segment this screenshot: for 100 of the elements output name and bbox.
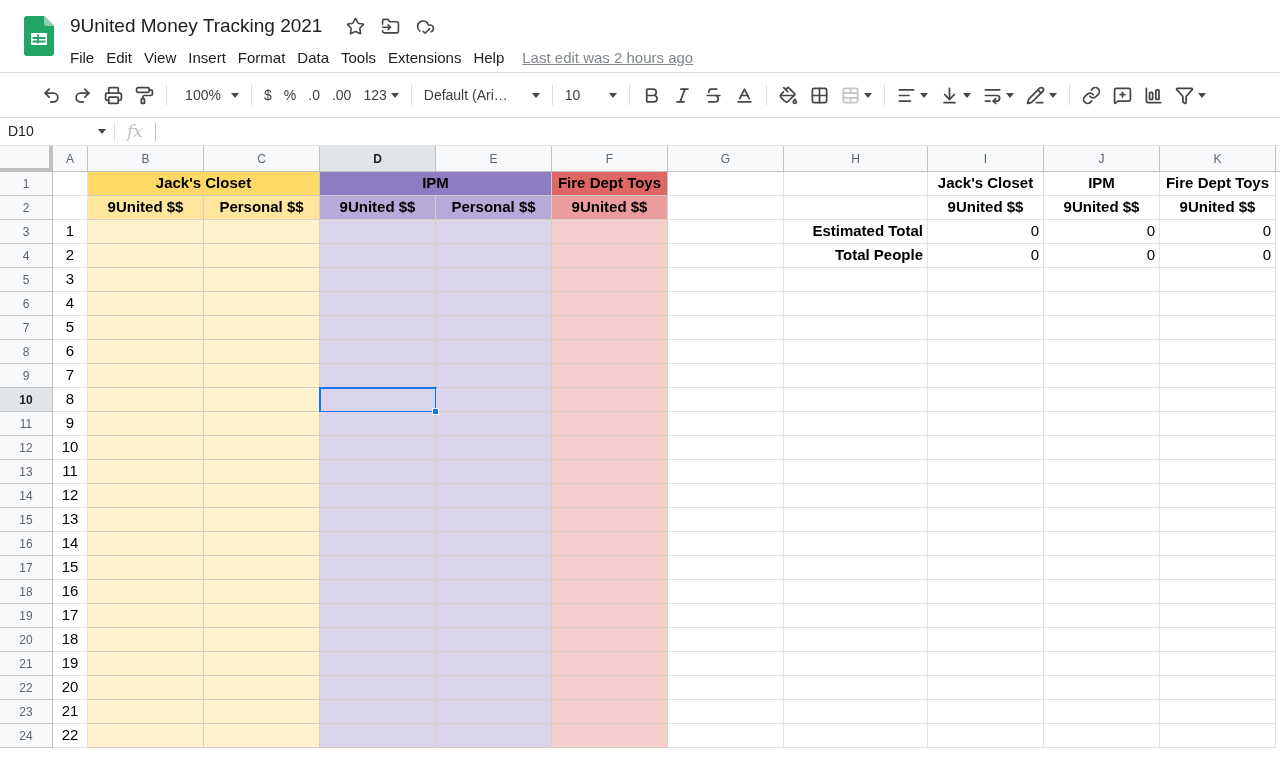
percent-button[interactable]: %: [277, 81, 303, 109]
caret-icon: [962, 92, 971, 98]
row-header[interactable]: 15: [0, 508, 53, 532]
table-cell: 9United $$: [552, 196, 668, 220]
star-icon[interactable]: [346, 16, 366, 36]
table-cell: 0: [1160, 244, 1276, 268]
row-header[interactable]: 9: [0, 364, 53, 388]
row-header[interactable]: 21: [0, 652, 53, 676]
table-cell: Personal $$: [436, 196, 552, 220]
row-header[interactable]: 6: [0, 292, 53, 316]
table-cell: 9United $$: [320, 196, 436, 220]
row-header[interactable]: 5: [0, 268, 53, 292]
text-color-icon: [734, 85, 754, 105]
document-title[interactable]: 9United Money Tracking 2021: [70, 12, 323, 41]
group-header-cell: Fire Dept Toys: [552, 172, 668, 196]
table-cell: 3: [53, 268, 88, 292]
caret-icon: [608, 92, 617, 98]
row-header[interactable]: 13: [0, 460, 53, 484]
table-cell: Personal $$: [204, 196, 320, 220]
table-cell: 11: [53, 460, 88, 484]
caret-icon: [919, 92, 928, 98]
table-cell: 0: [1160, 220, 1276, 244]
table-cell: 17: [53, 604, 88, 628]
menu-item[interactable]: Insert: [182, 46, 232, 69]
menu-item[interactable]: Help: [467, 46, 511, 69]
comment-icon: [1112, 85, 1132, 105]
table-cell: 5: [53, 316, 88, 340]
row-header[interactable]: 22: [0, 676, 53, 700]
table-cell: 9: [53, 412, 88, 436]
table-cell: 8: [53, 388, 88, 412]
table-cell: 7: [53, 364, 88, 388]
group-header-cell: IPM: [320, 172, 552, 196]
row-header[interactable]: 20: [0, 628, 53, 652]
table-cell: 9United $$: [88, 196, 204, 220]
table-cell: IPM: [1044, 172, 1160, 196]
row-header[interactable]: 19: [0, 604, 53, 628]
zoom-dropdown[interactable]: 100%: [173, 81, 245, 109]
table-cell: 0: [928, 244, 1044, 268]
row-header[interactable]: 24: [0, 724, 53, 748]
menu-item[interactable]: Extensions: [382, 46, 468, 69]
row-header[interactable]: 17: [0, 556, 53, 580]
menu-item[interactable]: Tools: [335, 46, 383, 69]
row-header[interactable]: 10: [0, 388, 53, 412]
row-header[interactable]: 16: [0, 532, 53, 556]
row-header[interactable]: 14: [0, 484, 53, 508]
table-cell: 0: [1044, 244, 1160, 268]
group-header-cell: Jack's Closet: [88, 172, 320, 196]
selected-cell[interactable]: [320, 388, 436, 412]
row-header[interactable]: 4: [0, 244, 53, 268]
table-cell: 18: [53, 628, 88, 652]
menu-item[interactable]: File: [64, 46, 101, 69]
function-label: fx: [125, 119, 144, 143]
link-icon: [1081, 85, 1101, 105]
row-header[interactable]: 18: [0, 580, 53, 604]
table-cell: 22: [53, 724, 88, 748]
table-cell: 0: [928, 220, 1044, 244]
redo-icon: [73, 85, 92, 105]
row-header[interactable]: 1: [0, 172, 53, 196]
name-box[interactable]: D10: [0, 121, 114, 142]
printer-icon: [104, 85, 123, 105]
row-header[interactable]: 23: [0, 700, 53, 724]
table-cell: Fire Dept Toys: [1160, 172, 1276, 196]
menu-item[interactable]: View: [138, 46, 183, 69]
caret-icon: [531, 92, 540, 98]
table-cell: 14: [53, 532, 88, 556]
table-cell: 15: [53, 556, 88, 580]
increase-decimals-button[interactable]: .00: [325, 81, 358, 109]
spreadsheet-logo[interactable]: [24, 16, 54, 56]
table-cell: 21: [53, 700, 88, 724]
caret-icon: [390, 92, 399, 98]
last-edit-link[interactable]: Last edit was 2 hours ago: [522, 46, 694, 69]
menu-item[interactable]: Edit: [100, 46, 139, 69]
table-cell: 1: [53, 220, 88, 244]
number-format-dropdown[interactable]: 123: [357, 81, 405, 109]
column-header[interactable]: D: [320, 146, 436, 172]
row-header[interactable]: 7: [0, 316, 53, 340]
caret-icon: [1197, 92, 1206, 98]
row-header[interactable]: 8: [0, 340, 53, 364]
row-header[interactable]: 11: [0, 412, 53, 436]
fill-handle[interactable]: [432, 408, 439, 415]
font-size-dropdown[interactable]: 10: [558, 81, 623, 109]
menu-item[interactable]: Format: [231, 46, 292, 69]
row-header[interactable]: 12: [0, 436, 53, 460]
currency-button[interactable]: $: [258, 81, 278, 109]
row-header[interactable]: 2: [0, 196, 53, 220]
text-rotation-icon: [1025, 85, 1045, 105]
folder-icon[interactable]: [381, 16, 401, 36]
font-dropdown[interactable]: Default (Ari…: [417, 81, 546, 109]
merge-cells-icon: [840, 85, 860, 105]
paint-roller-icon: [135, 85, 154, 105]
caret-icon: [863, 92, 872, 98]
filter-icon: [1174, 85, 1194, 105]
caret-icon: [1005, 92, 1014, 98]
paint-bucket-icon: [778, 85, 798, 105]
table-cell: 13: [53, 508, 88, 532]
borders-icon: [809, 85, 829, 105]
table-cell: 9United $$: [1160, 196, 1276, 220]
row-header[interactable]: 3: [0, 220, 53, 244]
menu-item[interactable]: Data: [291, 46, 335, 69]
decrease-decimals-button[interactable]: .0: [302, 81, 326, 109]
